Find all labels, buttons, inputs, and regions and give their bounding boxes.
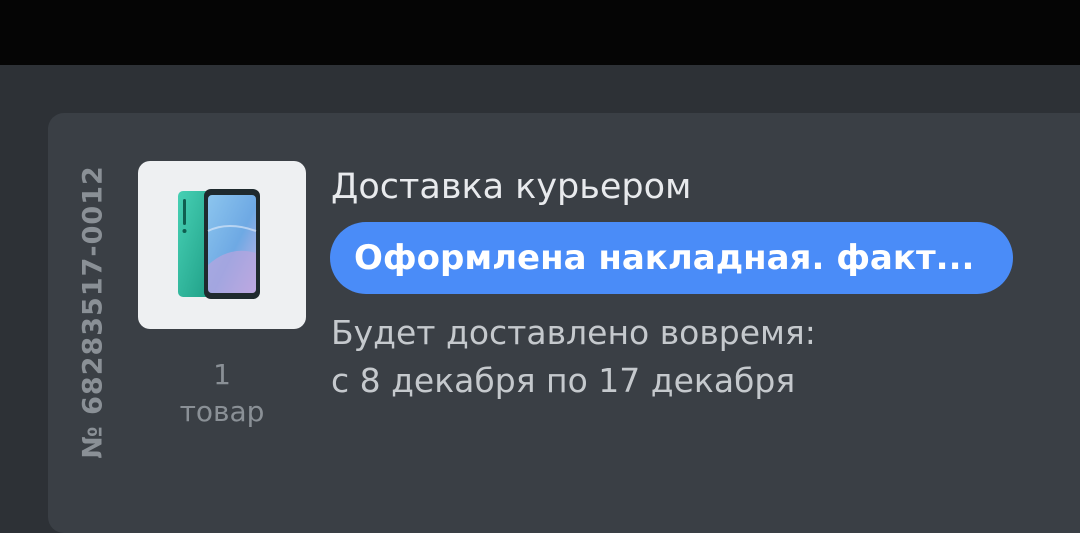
delivery-estimate-line2: с 8 декабря по 17 декабря — [331, 361, 796, 400]
order-status-badge[interactable]: Оформлена накладная. факт... — [330, 222, 1013, 294]
delivery-method: Доставка курьером — [331, 167, 692, 207]
system-status-bar — [0, 0, 1080, 65]
item-count-unit: товар — [179, 395, 265, 428]
delivery-estimate: Будет доставлено вовремя: с 8 декабря по… — [331, 309, 816, 405]
order-number: № 68283517-0012 — [77, 165, 109, 459]
smartphone-image — [178, 189, 260, 299]
delivery-estimate-line1: Будет доставлено вовремя: — [331, 313, 816, 352]
product-thumbnail[interactable] — [138, 161, 306, 329]
item-count: 1 товар — [138, 356, 306, 430]
item-count-value: 1 — [213, 358, 231, 391]
